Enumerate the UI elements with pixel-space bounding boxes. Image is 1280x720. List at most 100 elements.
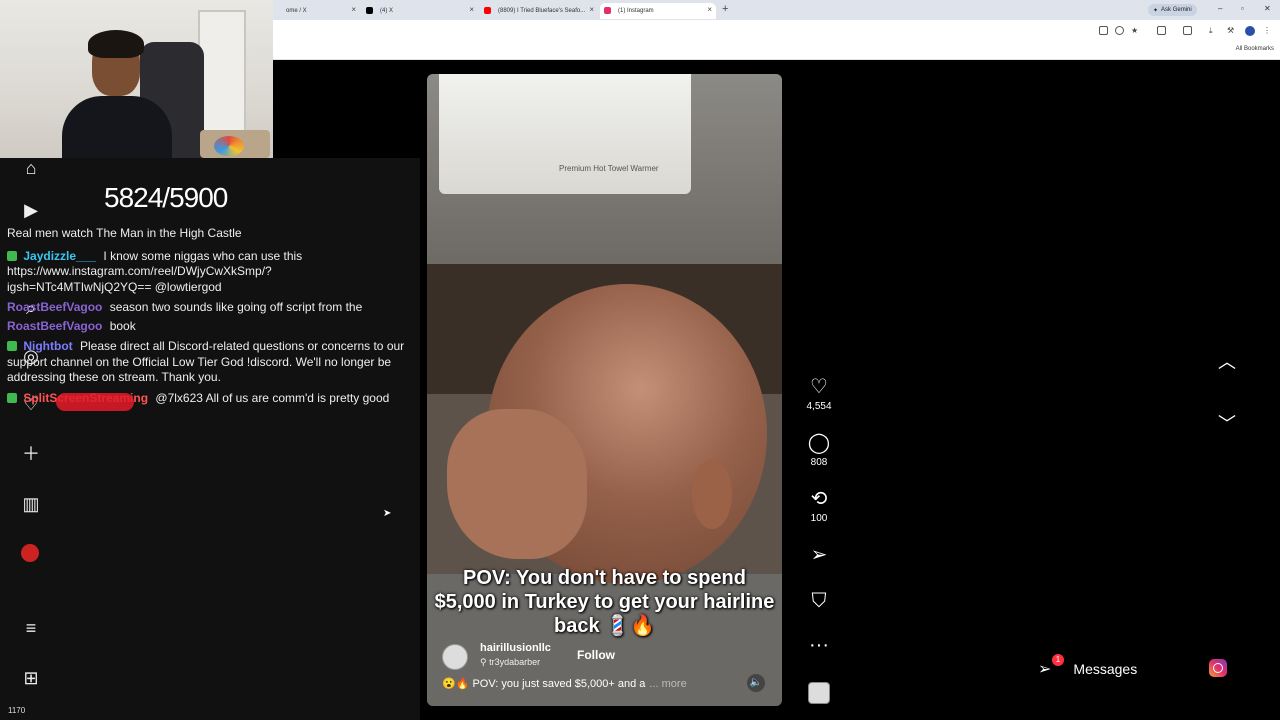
- chat-message: RoastBeefVagoo book: [7, 319, 407, 335]
- audio-thumbnail[interactable]: [808, 682, 830, 704]
- streamer-body: [62, 96, 172, 158]
- stream-chat: Real men watch The Man in the High Castl…: [7, 226, 407, 411]
- chat-username[interactable]: RoastBeefVagoo: [7, 319, 102, 333]
- next-reel-chevron-down-icon[interactable]: ﹀: [1214, 410, 1240, 434]
- address-bar[interactable]: [273, 23, 1093, 39]
- tab-youtube[interactable]: (8809) I Tried Blueface's Seafo... ×: [480, 3, 598, 19]
- tab-instagram[interactable]: (1) Instagram ×: [600, 3, 716, 19]
- like-count: 4,554: [806, 401, 832, 412]
- ask-gemini-button[interactable]: ✦ Ask Gemini: [1148, 4, 1197, 16]
- reel-caption: POV: You don't have to spend $5,000 in T…: [434, 567, 775, 637]
- create-icon[interactable]: ＋: [21, 444, 41, 464]
- repost-icon: ⟲: [810, 488, 828, 510]
- more-icon: ···: [809, 634, 829, 656]
- restore-button[interactable]: ▫: [1241, 4, 1244, 13]
- chat-username[interactable]: RoastBeefVagoo: [7, 300, 102, 314]
- dashboard-icon[interactable]: ▥: [21, 494, 41, 514]
- youtube-icon: [484, 7, 491, 14]
- profile-avatar[interactable]: [21, 544, 39, 562]
- author-avatar[interactable]: [442, 644, 468, 670]
- reel-video[interactable]: Premium Hot Towel Warmer POV: You don't …: [427, 74, 782, 706]
- description-text: 😮🔥 POV: you just saved $5,000+ and a: [442, 678, 646, 690]
- zoom-icon[interactable]: [1115, 26, 1124, 35]
- comment-icon: ◯: [807, 432, 831, 454]
- background-object: [214, 136, 244, 156]
- close-icon[interactable]: ×: [351, 5, 356, 14]
- send-icon: ➢: [810, 544, 828, 566]
- more-options-button[interactable]: ···: [804, 634, 834, 656]
- reel-description: 😮🔥 POV: you just saved $5,000+ and a... …: [442, 677, 687, 690]
- more-link[interactable]: ... more: [649, 678, 686, 690]
- minimize-button[interactable]: –: [1218, 4, 1222, 13]
- messages-button[interactable]: ➢ 1 Messages: [1038, 654, 1174, 682]
- chat-message: Jaydizzle___ I know some niggas who can …: [7, 249, 407, 296]
- mod-badge-icon: [7, 341, 17, 351]
- toolbar: ★ ⤓ ⚒ ⋮: [273, 20, 1280, 42]
- tab-x[interactable]: (4) X ×: [362, 3, 478, 19]
- more-menu-icon[interactable]: ≡: [21, 618, 41, 638]
- chat-text: season two sounds like going off script …: [109, 300, 363, 314]
- instagram-icon: [604, 7, 611, 14]
- close-window-button[interactable]: ✕: [1264, 4, 1271, 13]
- warmer-label: Premium Hot Towel Warmer: [559, 164, 659, 173]
- mute-icon[interactable]: 🔈: [747, 674, 765, 692]
- close-icon[interactable]: ×: [469, 5, 474, 14]
- chat-username[interactable]: Nightbot: [23, 339, 72, 353]
- close-icon[interactable]: ×: [589, 5, 594, 14]
- share-button[interactable]: ➢: [804, 544, 834, 566]
- messages-label: Messages: [1073, 661, 1138, 677]
- install-icon[interactable]: [1099, 26, 1108, 35]
- instagram-logo-icon[interactable]: [1209, 659, 1227, 677]
- repost-count: 100: [810, 513, 828, 524]
- mouse-cursor-icon: ➤: [383, 508, 392, 519]
- profile-avatar[interactable]: [1245, 26, 1255, 36]
- message-badge: 1: [1052, 654, 1064, 666]
- person-icon: ⚲: [480, 657, 490, 667]
- collaborator-label: tr3ydabarber: [489, 657, 541, 667]
- chat-message: Real men watch The Man in the High Castl…: [7, 226, 407, 242]
- bookmark-icon: ⛉: [811, 590, 827, 612]
- previous-reel-chevron-up-icon[interactable]: ︿: [1214, 348, 1240, 372]
- chat-text: book: [109, 318, 136, 333]
- tools-icon[interactable]: ⚒: [1227, 26, 1236, 35]
- save-button[interactable]: ⛉: [804, 590, 834, 612]
- x-logo-icon: [366, 7, 373, 14]
- streamer-hair: [88, 30, 144, 58]
- follow-button[interactable]: Follow: [577, 648, 615, 662]
- sidebar-icon[interactable]: [1183, 26, 1192, 35]
- heart-icon: ♡: [810, 376, 828, 398]
- home-icon[interactable]: ⌂: [21, 158, 41, 178]
- collaborator-name[interactable]: ⚲ tr3ydabarber: [480, 657, 540, 668]
- close-icon[interactable]: ×: [707, 5, 712, 14]
- menu-icon[interactable]: ⋮: [1263, 26, 1272, 35]
- viewer-count: 1170: [8, 706, 26, 715]
- chat-username[interactable]: Jaydizzle___: [23, 249, 96, 263]
- tab-x-home[interactable]: ome / X ×: [268, 3, 360, 19]
- tab-label: ome / X: [286, 8, 307, 14]
- chat-text: @7lx623 All of us are comm'd is pretty g…: [155, 390, 390, 405]
- apps-icon[interactable]: ⊞: [21, 668, 41, 688]
- send-icon: ➢: [1038, 661, 1052, 678]
- download-icon[interactable]: ⤓: [1209, 26, 1218, 35]
- mod-badge-icon: [7, 250, 17, 261]
- bookmarks-bar: All Bookmarks: [273, 42, 1280, 60]
- comment-count: 808: [810, 457, 828, 468]
- live-indicator: [56, 393, 134, 411]
- star-icon[interactable]: ★: [1131, 26, 1140, 35]
- goal-counter: 5824/5900: [104, 182, 228, 213]
- all-bookmarks-button[interactable]: All Bookmarks: [1236, 46, 1274, 52]
- repost-button[interactable]: ⟲ 100: [804, 488, 834, 524]
- extensions-icon[interactable]: [1157, 26, 1166, 35]
- tab-label: (4) X: [380, 8, 394, 14]
- chat-text: Real men watch The Man in the High Castl…: [7, 226, 242, 240]
- chat-message: RoastBeefVagoo season two sounds like go…: [7, 300, 407, 316]
- reels-icon[interactable]: ▶: [21, 200, 41, 220]
- author-name[interactable]: hairillusionllc: [480, 642, 551, 654]
- towel-warmer: Premium Hot Towel Warmer: [439, 74, 691, 194]
- video-hand: [447, 409, 587, 559]
- new-tab-button[interactable]: +: [722, 3, 728, 15]
- comment-button[interactable]: ◯ 808: [804, 432, 834, 468]
- tab-label: (8809) I Tried Blueface's Seafo...: [498, 8, 586, 14]
- ask-gemini-label: Ask Gemini: [1161, 7, 1192, 13]
- like-button[interactable]: ♡ 4,554: [804, 376, 834, 412]
